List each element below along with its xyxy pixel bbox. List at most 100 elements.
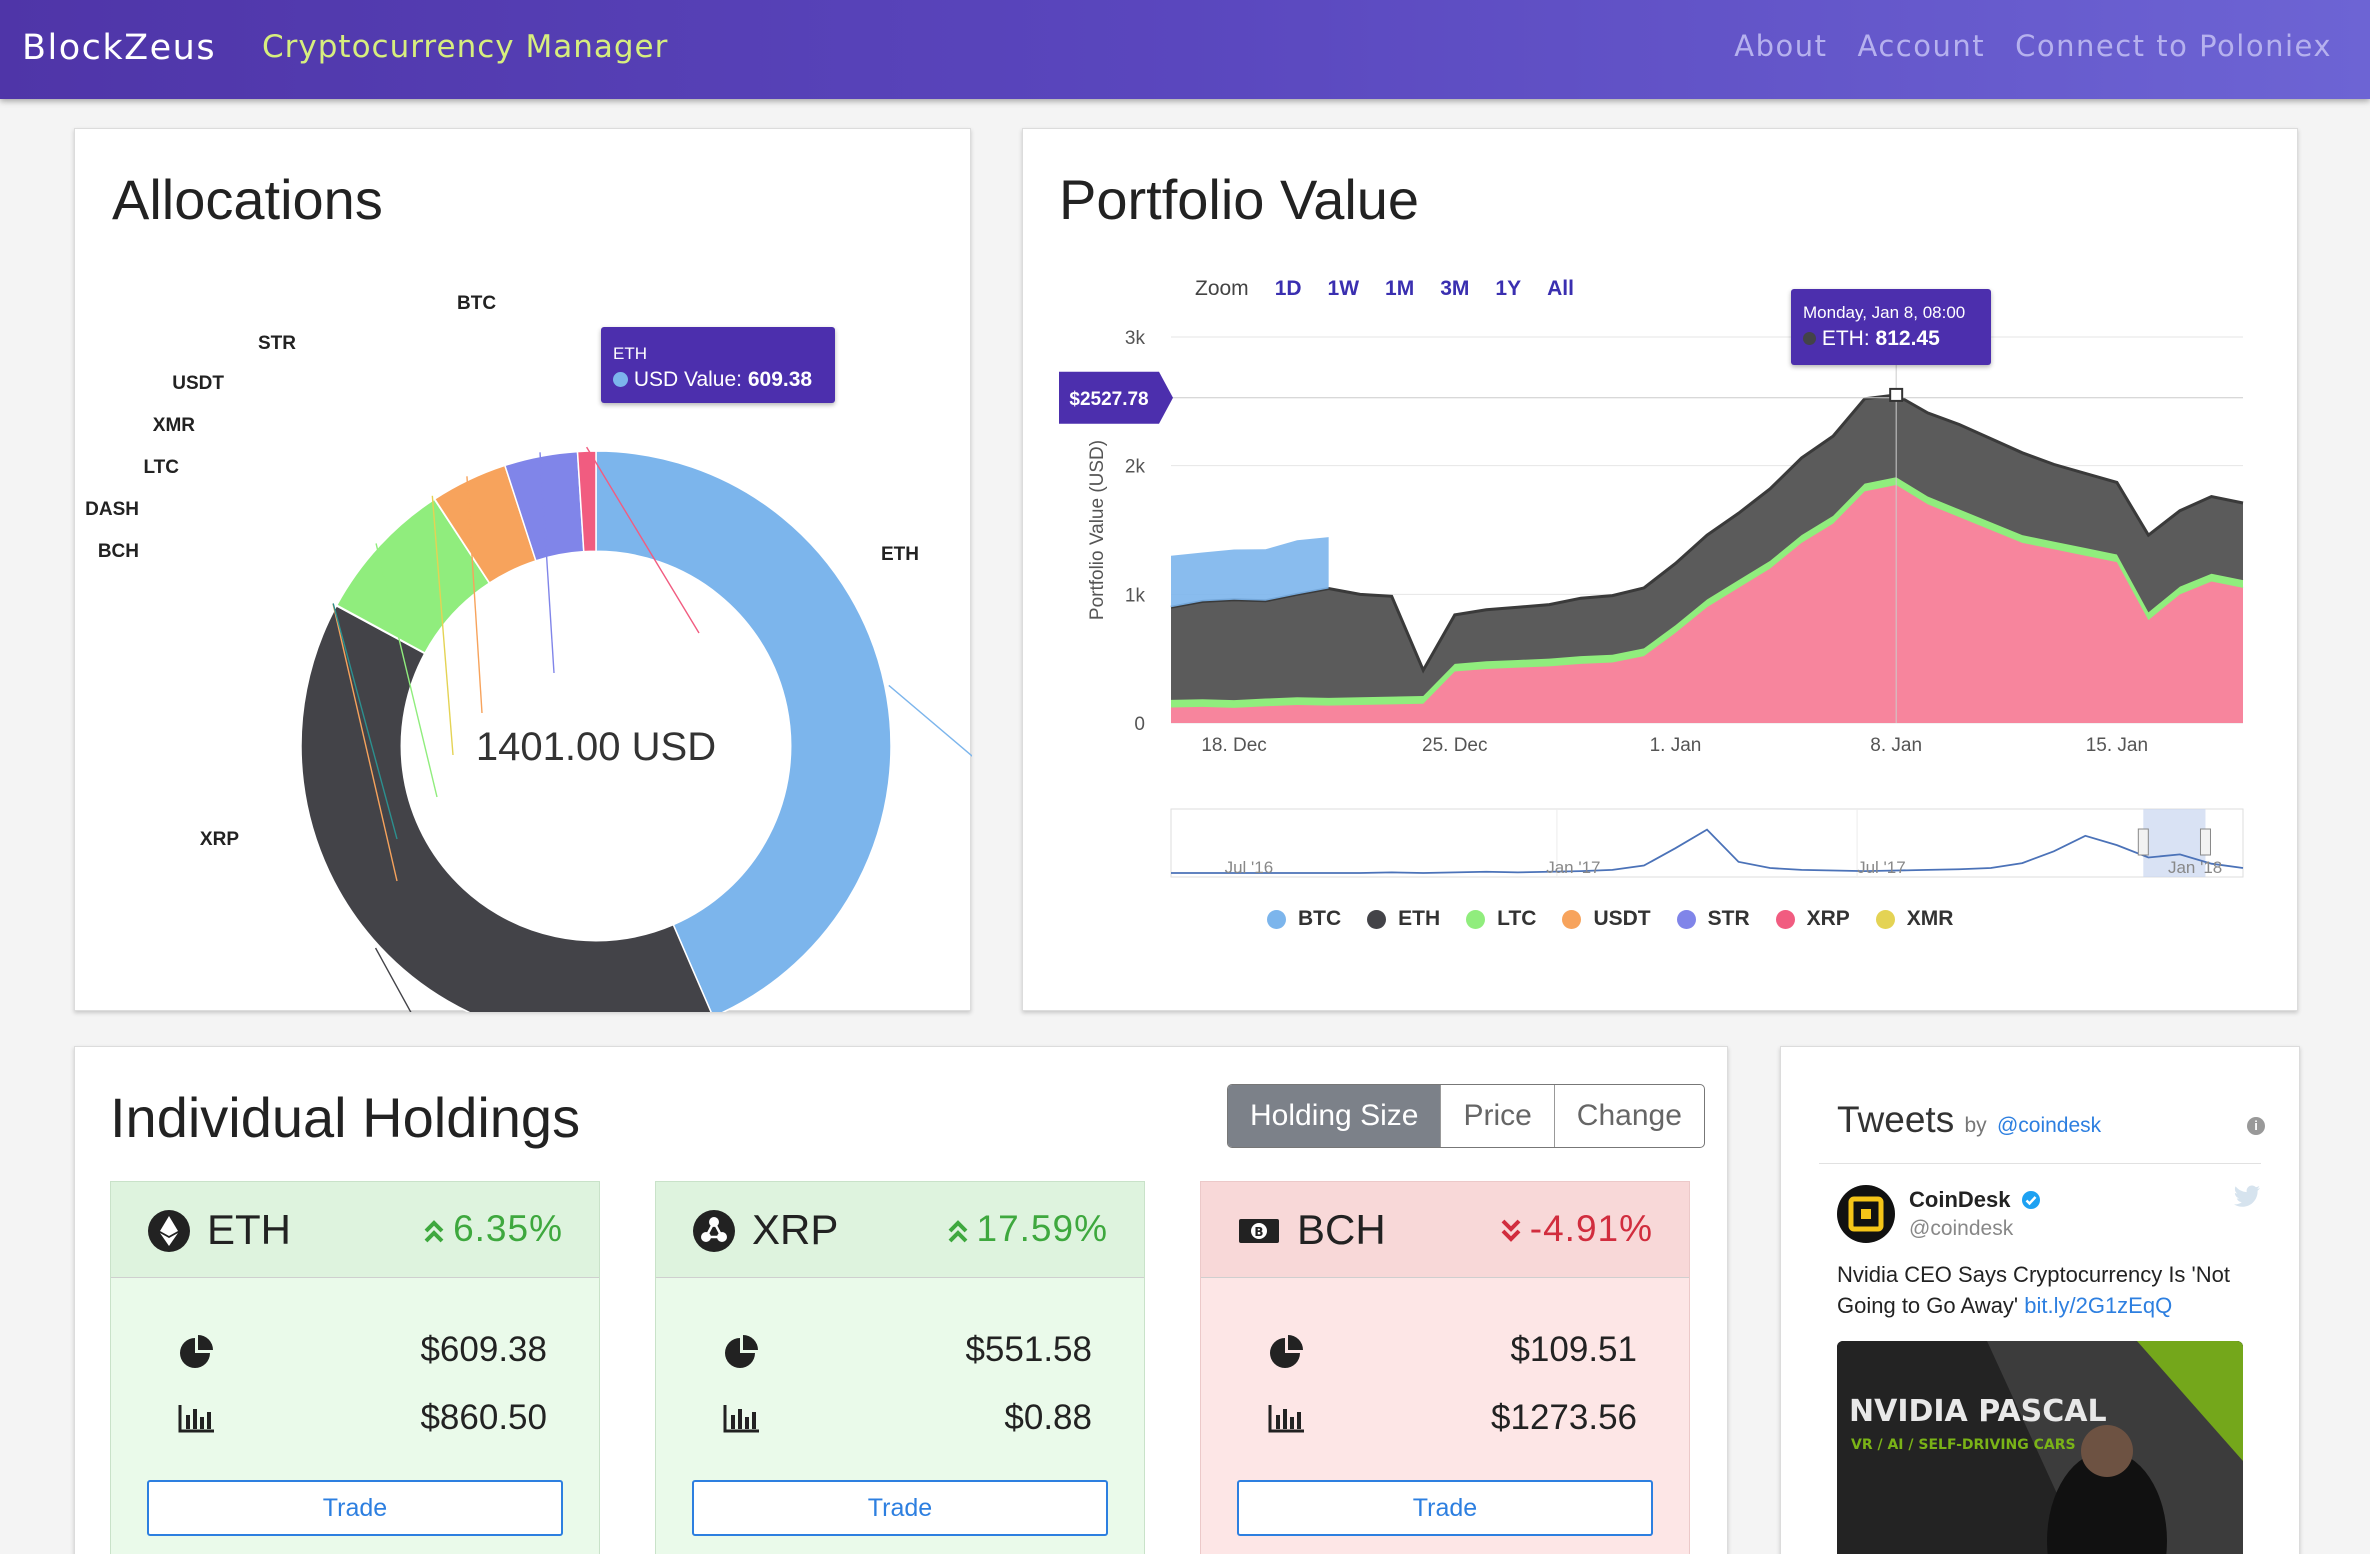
donut-label-usdt: USDT bbox=[172, 373, 224, 394]
portfolio-legend: BTC ETH LTC USDT STR XRP XMR bbox=[1267, 907, 1953, 931]
holding-size-row: $109.51 bbox=[1267, 1326, 1637, 1376]
zoom-controls: Zoom 1D 1W 1M 3M 1Y All bbox=[1195, 277, 1574, 301]
donut-label-ltc: LTC bbox=[143, 457, 179, 478]
price-value: $860.50 bbox=[420, 1398, 547, 1437]
allocations-card: Allocations ETH XRP BCH DASH LTC XMR USDT STR BT… bbox=[74, 128, 972, 1012]
legend-item-usdt[interactable]: USDT bbox=[1562, 907, 1651, 931]
info-icon[interactable]: i bbox=[2247, 1117, 2265, 1135]
app-subtitle: Cryptocurrency Manager bbox=[262, 29, 669, 65]
legend-dot bbox=[1267, 909, 1286, 929]
zoom-1d-button[interactable]: 1D bbox=[1275, 277, 1302, 301]
holding-card-header: ETH 6.35% bbox=[111, 1182, 599, 1278]
tooltip-value: 609.38 bbox=[747, 368, 813, 391]
x-tick-label: 18. Dec bbox=[1201, 735, 1266, 756]
tweets-card: Tweets by @coindesk i CoinDesk @coindesk… bbox=[1780, 1046, 2300, 1554]
sort-change-button[interactable]: Change bbox=[1553, 1085, 1704, 1147]
trade-button-bch[interactable]: Trade bbox=[1237, 1480, 1653, 1536]
brand-logo[interactable]: BlockZeus bbox=[22, 28, 216, 68]
navigator-tick-label: Jul '17 bbox=[1857, 858, 1906, 877]
top-navbar: BlockZeus Cryptocurrency Manager About A… bbox=[0, 0, 2370, 99]
image-caption-line-2: VR / AI / SELF-DRIVING CARS bbox=[1851, 1437, 2076, 1453]
legend-item-btc[interactable]: BTC bbox=[1267, 907, 1341, 931]
donut-label-bch: BCH bbox=[98, 541, 139, 562]
donut-center-total: 1401.00 USD bbox=[476, 725, 716, 769]
navigator-tick-label: Jan '18 bbox=[2168, 858, 2222, 877]
tooltip-label: USD Value: bbox=[633, 368, 743, 391]
nav-about-link[interactable]: About bbox=[1734, 29, 1827, 63]
coin-name: ETH bbox=[207, 1206, 291, 1253]
tweets-handle-link[interactable]: @coindesk bbox=[1997, 1114, 2101, 1137]
navigator-handle bbox=[2199, 828, 2211, 856]
nav-account-link[interactable]: Account bbox=[1858, 29, 1986, 63]
holdings-title: Individual Holdings bbox=[110, 1086, 581, 1149]
tweet-image[interactable]: NVIDIA PASCAL VR / AI / SELF-DRIVING CAR… bbox=[1837, 1341, 2243, 1554]
holding-value: $109.51 bbox=[1510, 1330, 1637, 1369]
individual-holdings-card: Individual Holdings Holding Size Price C… bbox=[74, 1046, 1728, 1554]
legend-item-ltc[interactable]: LTC bbox=[1466, 907, 1536, 931]
y-tick-label: 1k bbox=[1125, 585, 1146, 606]
price-value: $0.88 bbox=[1004, 1398, 1092, 1437]
zoom-1m-button[interactable]: 1M bbox=[1385, 277, 1414, 301]
legend-dot bbox=[1562, 909, 1582, 929]
holding-value: $609.38 bbox=[420, 1330, 547, 1369]
price-row: $860.50 bbox=[177, 1394, 547, 1444]
tweet-author-handle[interactable]: @coindesk bbox=[1909, 1217, 2013, 1241]
twitter-bird-icon[interactable] bbox=[2233, 1185, 2261, 1209]
legend-dot bbox=[1466, 909, 1486, 929]
y-tick-label: 2k bbox=[1125, 457, 1146, 478]
price-row: $1273.56 bbox=[1267, 1394, 1637, 1444]
holding-card-xrp: XRP 17.59% $551.58 $0.88 Trade bbox=[655, 1181, 1145, 1554]
bar-chart-icon bbox=[178, 1405, 214, 1433]
pie-chart-icon bbox=[725, 1335, 758, 1368]
allocations-donut-chart[interactable]: ETH XRP BCH DASHLTC XMR USDT STR BTC 1401.00 USD bbox=[75, 129, 972, 1012]
coin-name: BCH bbox=[1297, 1206, 1386, 1253]
price-value: $1273.56 bbox=[1491, 1398, 1637, 1437]
zoom-1w-button[interactable]: 1W bbox=[1328, 277, 1360, 301]
legend-item-xrp[interactable]: XRP bbox=[1775, 907, 1850, 931]
tweets-title: Tweets by @coindesk bbox=[1837, 1099, 2102, 1140]
ripple-icon bbox=[693, 1210, 735, 1252]
image-caption-line-1: NVIDIA PASCAL bbox=[1849, 1394, 2107, 1429]
legend-item-xmr[interactable]: XMR bbox=[1875, 907, 1953, 931]
tweet-author-name[interactable]: CoinDesk bbox=[1909, 1187, 2041, 1213]
navigator-handle bbox=[2137, 828, 2149, 856]
portfolio-tooltip-date: Monday, Jan 8, 08:00 bbox=[1803, 303, 1966, 322]
change-percent: 6.35% bbox=[423, 1208, 563, 1250]
trade-button-xrp[interactable]: Trade bbox=[692, 1480, 1108, 1536]
svg-text:B: B bbox=[1254, 1225, 1263, 1239]
zoom-3m-button[interactable]: 3M bbox=[1440, 277, 1469, 301]
coin-name: XRP bbox=[752, 1206, 839, 1253]
coindesk-avatar[interactable] bbox=[1837, 1185, 1895, 1243]
trade-button-eth[interactable]: Trade bbox=[147, 1480, 563, 1536]
sort-holding-size-button[interactable]: Holding Size bbox=[1228, 1085, 1441, 1147]
nav-links: About Account Connect to Poloniex bbox=[1734, 29, 2332, 63]
double-chevron-up-icon bbox=[424, 1220, 444, 1243]
bar-chart-icon bbox=[723, 1405, 759, 1433]
y-axis-label: Portfolio Value (USD) bbox=[1087, 440, 1108, 620]
legend-item-eth[interactable]: ETH bbox=[1367, 907, 1440, 931]
x-tick-label: 25. Dec bbox=[1422, 735, 1487, 756]
sort-toggle-group: Holding Size Price Change bbox=[1227, 1084, 1705, 1148]
zoom-all-button[interactable]: All bbox=[1547, 277, 1574, 301]
legend-item-str[interactable]: STR bbox=[1676, 907, 1750, 931]
crosshair-value-label: $2527.78 bbox=[1069, 389, 1148, 410]
legend-dot bbox=[1875, 909, 1895, 929]
x-tick-label: 8. Jan bbox=[1870, 735, 1922, 756]
nvidia-photo-image: NVIDIA PASCAL VR / AI / SELF-DRIVING CAR… bbox=[1837, 1341, 2243, 1554]
portfolio-area-chart[interactable]: 0 1k 2k 3k Portfolio Value (USD) 18. Dec 25. D… bbox=[1023, 129, 2299, 1012]
x-tick-label: 15. Jan bbox=[2086, 735, 2148, 756]
tweet-link[interactable]: bit.ly/2G1zEqQ bbox=[2024, 1293, 2172, 1318]
zoom-1y-button[interactable]: 1Y bbox=[1495, 277, 1521, 301]
portfolio-tooltip-value: 812.45 bbox=[1875, 327, 1940, 350]
tooltip-series-dot bbox=[613, 372, 628, 387]
y-tick-label: 3k bbox=[1125, 328, 1146, 349]
double-chevron-up-icon bbox=[948, 1220, 967, 1243]
sort-price-button[interactable]: Price bbox=[1440, 1085, 1553, 1147]
tweets-divider bbox=[1819, 1163, 2261, 1164]
holding-value: $551.58 bbox=[965, 1330, 1092, 1369]
x-tick-label: 1. Jan bbox=[1650, 735, 1702, 756]
nav-connect-poloniex-link[interactable]: Connect to Poloniex bbox=[2015, 29, 2332, 63]
holding-size-row: $609.38 bbox=[177, 1326, 547, 1376]
tweets-by-label: by bbox=[1964, 1114, 1987, 1137]
tweet-text: Nvidia CEO Says Cryptocurrency Is 'Not G… bbox=[1837, 1262, 2230, 1318]
